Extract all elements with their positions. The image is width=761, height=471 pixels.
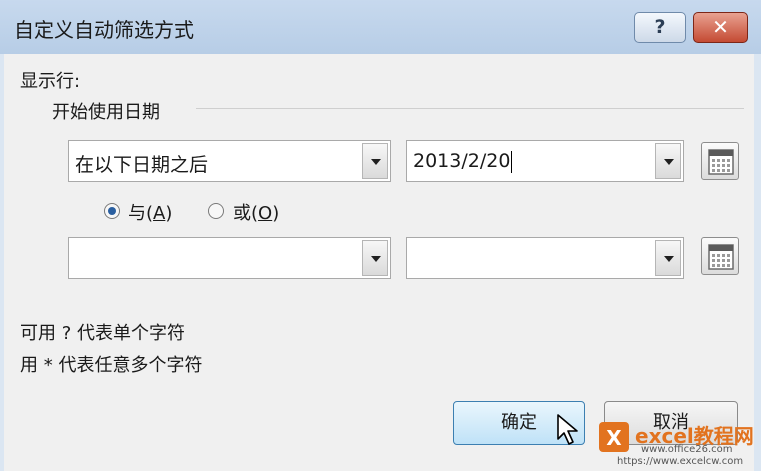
help-button[interactable]: ?: [634, 12, 686, 43]
site-watermark: X excel教程网 www.office26.com https://www.…: [595, 414, 761, 471]
chevron-down-icon[interactable]: [362, 240, 388, 276]
svg-text:X: X: [606, 426, 622, 450]
value1-text: 2013/2/20: [413, 150, 511, 172]
watermark-url-2: https://www.excelcw.com: [617, 456, 744, 467]
date-picker-button-1[interactable]: [701, 142, 739, 180]
operator1-value: 在以下日期之后: [75, 154, 209, 176]
chevron-down-icon[interactable]: [362, 143, 388, 179]
calendar-icon: [708, 149, 734, 175]
value2-combobox[interactable]: [406, 237, 684, 279]
show-rows-label: 显示行:: [20, 71, 81, 92]
help-icon: ?: [654, 16, 666, 38]
custom-autofilter-dialog: 自定义自动筛选方式 ? ✕ 显示行: 开始使用日期 在以下日期之后 2013/2…: [0, 0, 761, 471]
text-cursor: [511, 150, 513, 173]
field-name-label: 开始使用日期: [52, 102, 160, 123]
mouse-pointer-icon: [557, 414, 578, 445]
value1-combobox[interactable]: 2013/2/20: [406, 140, 684, 182]
group-divider: [196, 108, 744, 109]
chevron-down-icon[interactable]: [655, 143, 681, 179]
hint-single-char: 可用 ? 代表单个字符: [20, 323, 185, 344]
watermark-url-1: www.office26.com: [641, 444, 733, 455]
value1-input[interactable]: 2013/2/20: [413, 150, 513, 173]
calendar-icon: [708, 244, 734, 270]
operator2-select[interactable]: [68, 237, 391, 279]
title-bar[interactable]: 自定义自动筛选方式 ? ✕: [0, 0, 761, 54]
or-radio-label[interactable]: 或(O): [233, 199, 279, 225]
close-icon: ✕: [712, 15, 729, 39]
close-button[interactable]: ✕: [693, 12, 748, 43]
dialog-title: 自定义自动筛选方式: [14, 18, 194, 42]
date-picker-button-2[interactable]: [701, 237, 739, 275]
operator1-select[interactable]: 在以下日期之后: [68, 140, 391, 182]
chevron-down-icon[interactable]: [655, 240, 681, 276]
and-radio[interactable]: [104, 203, 120, 219]
excel-logo-icon: X: [599, 422, 629, 452]
hint-multi-char: 用 * 代表任意多个字符: [20, 355, 203, 376]
or-radio[interactable]: [208, 203, 224, 219]
and-radio-label[interactable]: 与(A): [128, 199, 172, 225]
